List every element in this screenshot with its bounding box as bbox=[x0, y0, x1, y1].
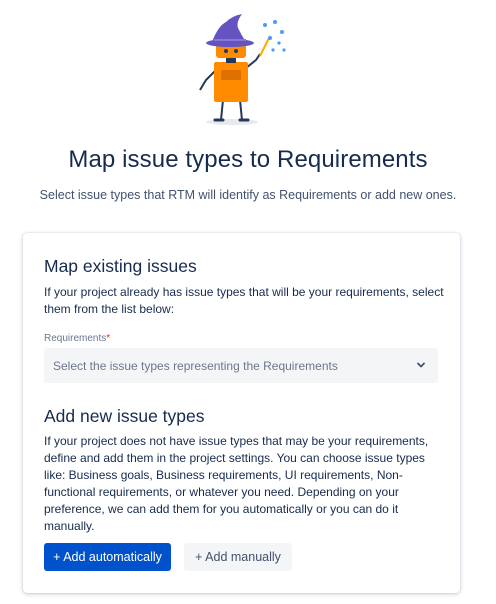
add-new-description: If your project does not have issue type… bbox=[44, 434, 429, 533]
requirements-select-placeholder: Select the issue types representing the … bbox=[53, 358, 338, 373]
chevron-down-icon bbox=[417, 362, 425, 368]
page-title: Map issue types to Requirements bbox=[68, 146, 428, 173]
add-automatically-button[interactable]: + Add automatically bbox=[44, 543, 171, 571]
requirements-label-text: Requirements bbox=[44, 333, 107, 344]
required-marker: * bbox=[106, 333, 111, 344]
add-manually-button[interactable]: + Add manually bbox=[184, 543, 292, 571]
requirements-field-label: Requirements* bbox=[44, 333, 110, 344]
requirements-select[interactable]: Select the issue types representing the … bbox=[44, 348, 438, 383]
page-subtitle: Select issue types that RTM will identif… bbox=[39, 188, 457, 202]
add-new-title: Add new issue types bbox=[44, 406, 205, 426]
mapping-card: Map existing issues If your project alre… bbox=[23, 233, 460, 593]
wizard-robot-illustration bbox=[188, 8, 298, 128]
map-existing-description: If your project already has issue types … bbox=[44, 285, 444, 316]
map-existing-title: Map existing issues bbox=[44, 256, 197, 276]
wizard-robot-icon bbox=[199, 14, 286, 125]
